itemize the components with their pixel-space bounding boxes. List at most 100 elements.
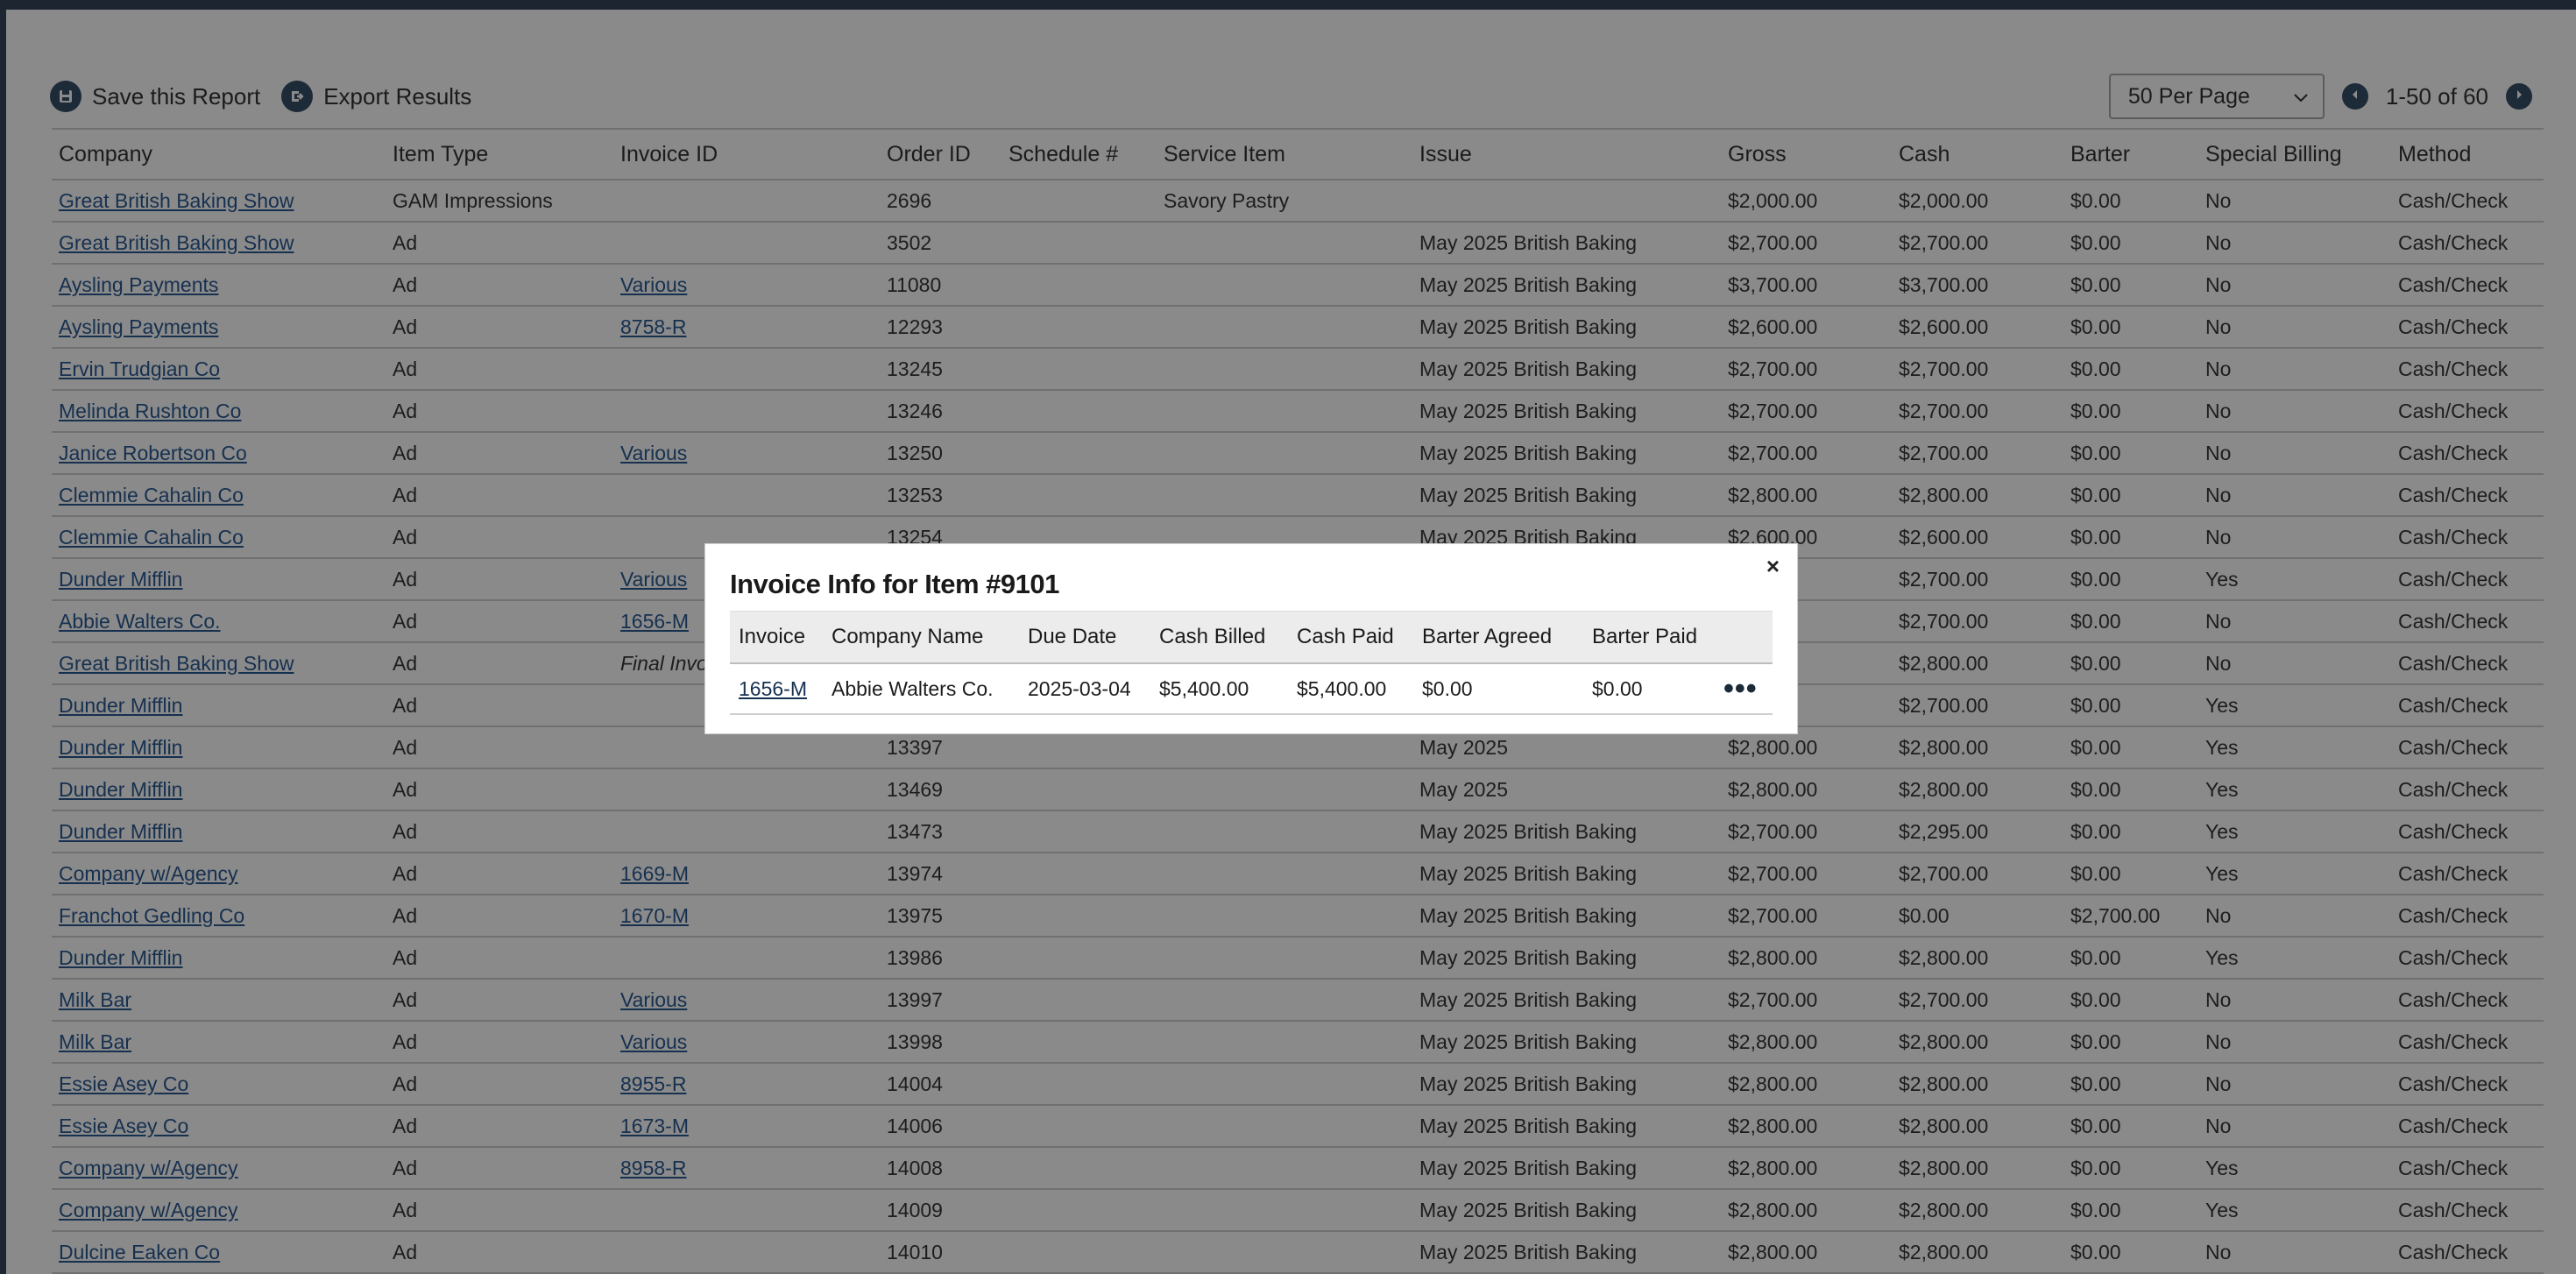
company-link[interactable]: Great British Baking Show bbox=[59, 231, 294, 254]
invoice-id-link[interactable]: 8758-R bbox=[620, 315, 686, 338]
issue-cell: May 2025 British Baking bbox=[1412, 895, 1721, 938]
page-count: 1-50 of 60 bbox=[2385, 82, 2488, 110]
barter-cell: $0.00 bbox=[2063, 180, 2198, 223]
invoice-id-link[interactable]: 1673-M bbox=[620, 1115, 689, 1137]
item-type-cell: Ad bbox=[386, 810, 613, 853]
invoice-id-link[interactable]: Various bbox=[620, 442, 687, 464]
gross-cell: $2,800.00 bbox=[1721, 1189, 1892, 1232]
invoice-id-link[interactable]: 1670-M bbox=[620, 904, 689, 927]
invoice-info-modal: × Invoice Info for Item #9101 Invoice Co… bbox=[704, 543, 1798, 734]
issue-cell: May 2025 British Baking bbox=[1412, 810, 1721, 853]
table-row: Milk Bar Ad Various 13998 May 2025 British B… bbox=[52, 1021, 2544, 1064]
method-cell: Cash/Check bbox=[2391, 1105, 2544, 1148]
order-id-cell: 14009 bbox=[880, 1189, 1001, 1232]
company-link[interactable]: Dunder Mifflin bbox=[59, 694, 182, 717]
company-link[interactable]: Company w/Agency bbox=[59, 862, 238, 885]
special-billing-cell: No bbox=[2198, 264, 2391, 307]
column-header-service-item[interactable]: Service Item bbox=[1157, 128, 1412, 180]
method-cell: Cash/Check bbox=[2391, 726, 2544, 769]
schedule-cell bbox=[1001, 222, 1157, 265]
company-link[interactable]: Dunder Mifflin bbox=[59, 778, 182, 801]
invoice-id-link[interactable]: Various bbox=[620, 273, 687, 296]
method-cell: Cash/Check bbox=[2391, 895, 2544, 938]
invoice-id-link[interactable]: 1656-M bbox=[620, 610, 689, 633]
method-cell: Cash/Check bbox=[2391, 1231, 2544, 1274]
invoice-id-link[interactable]: 8955-R bbox=[620, 1072, 686, 1095]
company-link[interactable]: Janice Robertson Co bbox=[59, 442, 247, 464]
save-report-button[interactable]: Save this Report bbox=[50, 81, 260, 112]
gross-cell: $2,000.00 bbox=[1721, 180, 1892, 223]
column-header-gross[interactable]: Gross bbox=[1721, 128, 1892, 180]
company-link[interactable]: Dunder Mifflin bbox=[59, 946, 182, 969]
company-link[interactable]: Great British Baking Show bbox=[59, 652, 294, 675]
column-header-order-id[interactable]: Order ID bbox=[880, 128, 1001, 180]
order-id-cell: 13473 bbox=[880, 810, 1001, 853]
item-type-cell: Ad bbox=[386, 1189, 613, 1232]
company-link[interactable]: Dunder Mifflin bbox=[59, 820, 182, 843]
column-header-method[interactable]: Method bbox=[2391, 128, 2544, 180]
schedule-cell bbox=[1001, 348, 1157, 391]
company-link[interactable]: Great British Baking Show bbox=[59, 189, 294, 212]
company-link[interactable]: Dulcine Eaken Co bbox=[59, 1241, 220, 1263]
table-row: Essie Asey Co Ad 8955-R 14004 May 2025 Briti… bbox=[52, 1063, 2544, 1106]
item-type-cell: Ad bbox=[386, 600, 613, 643]
company-cell: Essie Asey Co bbox=[52, 1063, 386, 1106]
company-link[interactable]: Company w/Agency bbox=[59, 1199, 238, 1221]
company-link[interactable]: Aysling Payments bbox=[59, 315, 218, 338]
column-header-cash[interactable]: Cash bbox=[1892, 128, 2063, 180]
company-link[interactable]: Milk Bar bbox=[59, 1030, 131, 1053]
column-header-schedule[interactable]: Schedule # bbox=[1001, 128, 1157, 180]
cash-cell: $2,800.00 bbox=[1892, 1105, 2063, 1148]
company-link[interactable]: Clemmie Cahalin Co bbox=[59, 526, 244, 549]
column-header-invoice-id[interactable]: Invoice ID bbox=[613, 128, 880, 180]
column-header-company[interactable]: Company bbox=[52, 128, 386, 180]
per-page-select[interactable]: 50 Per Page bbox=[2108, 74, 2325, 119]
table-row: Melinda Rushton Co Ad 13246 May 2025 Britis… bbox=[52, 390, 2544, 433]
next-page-button[interactable] bbox=[2506, 83, 2532, 110]
invoice-id-link[interactable]: Various bbox=[620, 988, 687, 1011]
gross-cell: $2,800.00 bbox=[1721, 1063, 1892, 1106]
company-cell: Dulcine Eaken Co bbox=[52, 1231, 386, 1274]
column-header-special-billing[interactable]: Special Billing bbox=[2198, 128, 2391, 180]
company-link[interactable]: Dunder Mifflin bbox=[59, 736, 182, 759]
table-row: Company w/Agency Ad 14009 May 2025 British … bbox=[52, 1189, 2544, 1232]
service-item-cell bbox=[1157, 1105, 1412, 1148]
company-link[interactable]: Aysling Payments bbox=[59, 273, 218, 296]
company-link[interactable]: Clemmie Cahalin Co bbox=[59, 484, 244, 506]
invoice-link[interactable]: 1656-M bbox=[739, 677, 807, 700]
invoice-id-link[interactable]: Various bbox=[620, 568, 687, 591]
invoice-id-link[interactable]: 8958-R bbox=[620, 1157, 686, 1179]
company-link[interactable]: Essie Asey Co bbox=[59, 1072, 188, 1095]
gross-cell: $2,700.00 bbox=[1721, 222, 1892, 265]
invoice-id-link[interactable]: 1669-M bbox=[620, 862, 689, 885]
gross-cell: $2,800.00 bbox=[1721, 474, 1892, 517]
company-link[interactable]: Ervin Trudgian Co bbox=[59, 357, 220, 380]
special-billing-cell: No bbox=[2198, 222, 2391, 265]
method-cell: Cash/Check bbox=[2391, 810, 2544, 853]
barter-cell: $0.00 bbox=[2063, 726, 2198, 769]
schedule-cell bbox=[1001, 1189, 1157, 1232]
more-options-icon[interactable]: ••• bbox=[1723, 672, 1758, 705]
chevron-right-icon bbox=[2513, 88, 2525, 105]
company-link[interactable]: Company w/Agency bbox=[59, 1157, 238, 1179]
company-link[interactable]: Essie Asey Co bbox=[59, 1115, 188, 1137]
company-link[interactable]: Milk Bar bbox=[59, 988, 131, 1011]
special-billing-cell: No bbox=[2198, 180, 2391, 223]
cash-cell: $3,700.00 bbox=[1892, 264, 2063, 307]
company-link[interactable]: Dunder Mifflin bbox=[59, 568, 182, 591]
column-header-barter[interactable]: Barter bbox=[2063, 128, 2198, 180]
previous-page-button[interactable] bbox=[2341, 83, 2368, 110]
issue-cell: May 2025 British Baking bbox=[1412, 1021, 1721, 1064]
cash-cell: $0.00 bbox=[1892, 895, 2063, 938]
invoice-column-barter-paid: Barter Paid bbox=[1583, 611, 1715, 664]
close-icon[interactable]: × bbox=[1766, 553, 1780, 580]
company-link[interactable]: Abbie Walters Co. bbox=[59, 610, 221, 633]
company-link[interactable]: Melinda Rushton Co bbox=[59, 400, 241, 422]
barter-cell: $0.00 bbox=[2063, 264, 2198, 307]
export-results-button[interactable]: Export Results bbox=[281, 81, 471, 112]
company-link[interactable]: Franchot Gedling Co bbox=[59, 904, 244, 927]
method-cell: Cash/Check bbox=[2391, 348, 2544, 391]
column-header-issue[interactable]: Issue bbox=[1412, 128, 1721, 180]
column-header-item-type[interactable]: Item Type bbox=[386, 128, 613, 180]
invoice-id-link[interactable]: Various bbox=[620, 1030, 687, 1053]
